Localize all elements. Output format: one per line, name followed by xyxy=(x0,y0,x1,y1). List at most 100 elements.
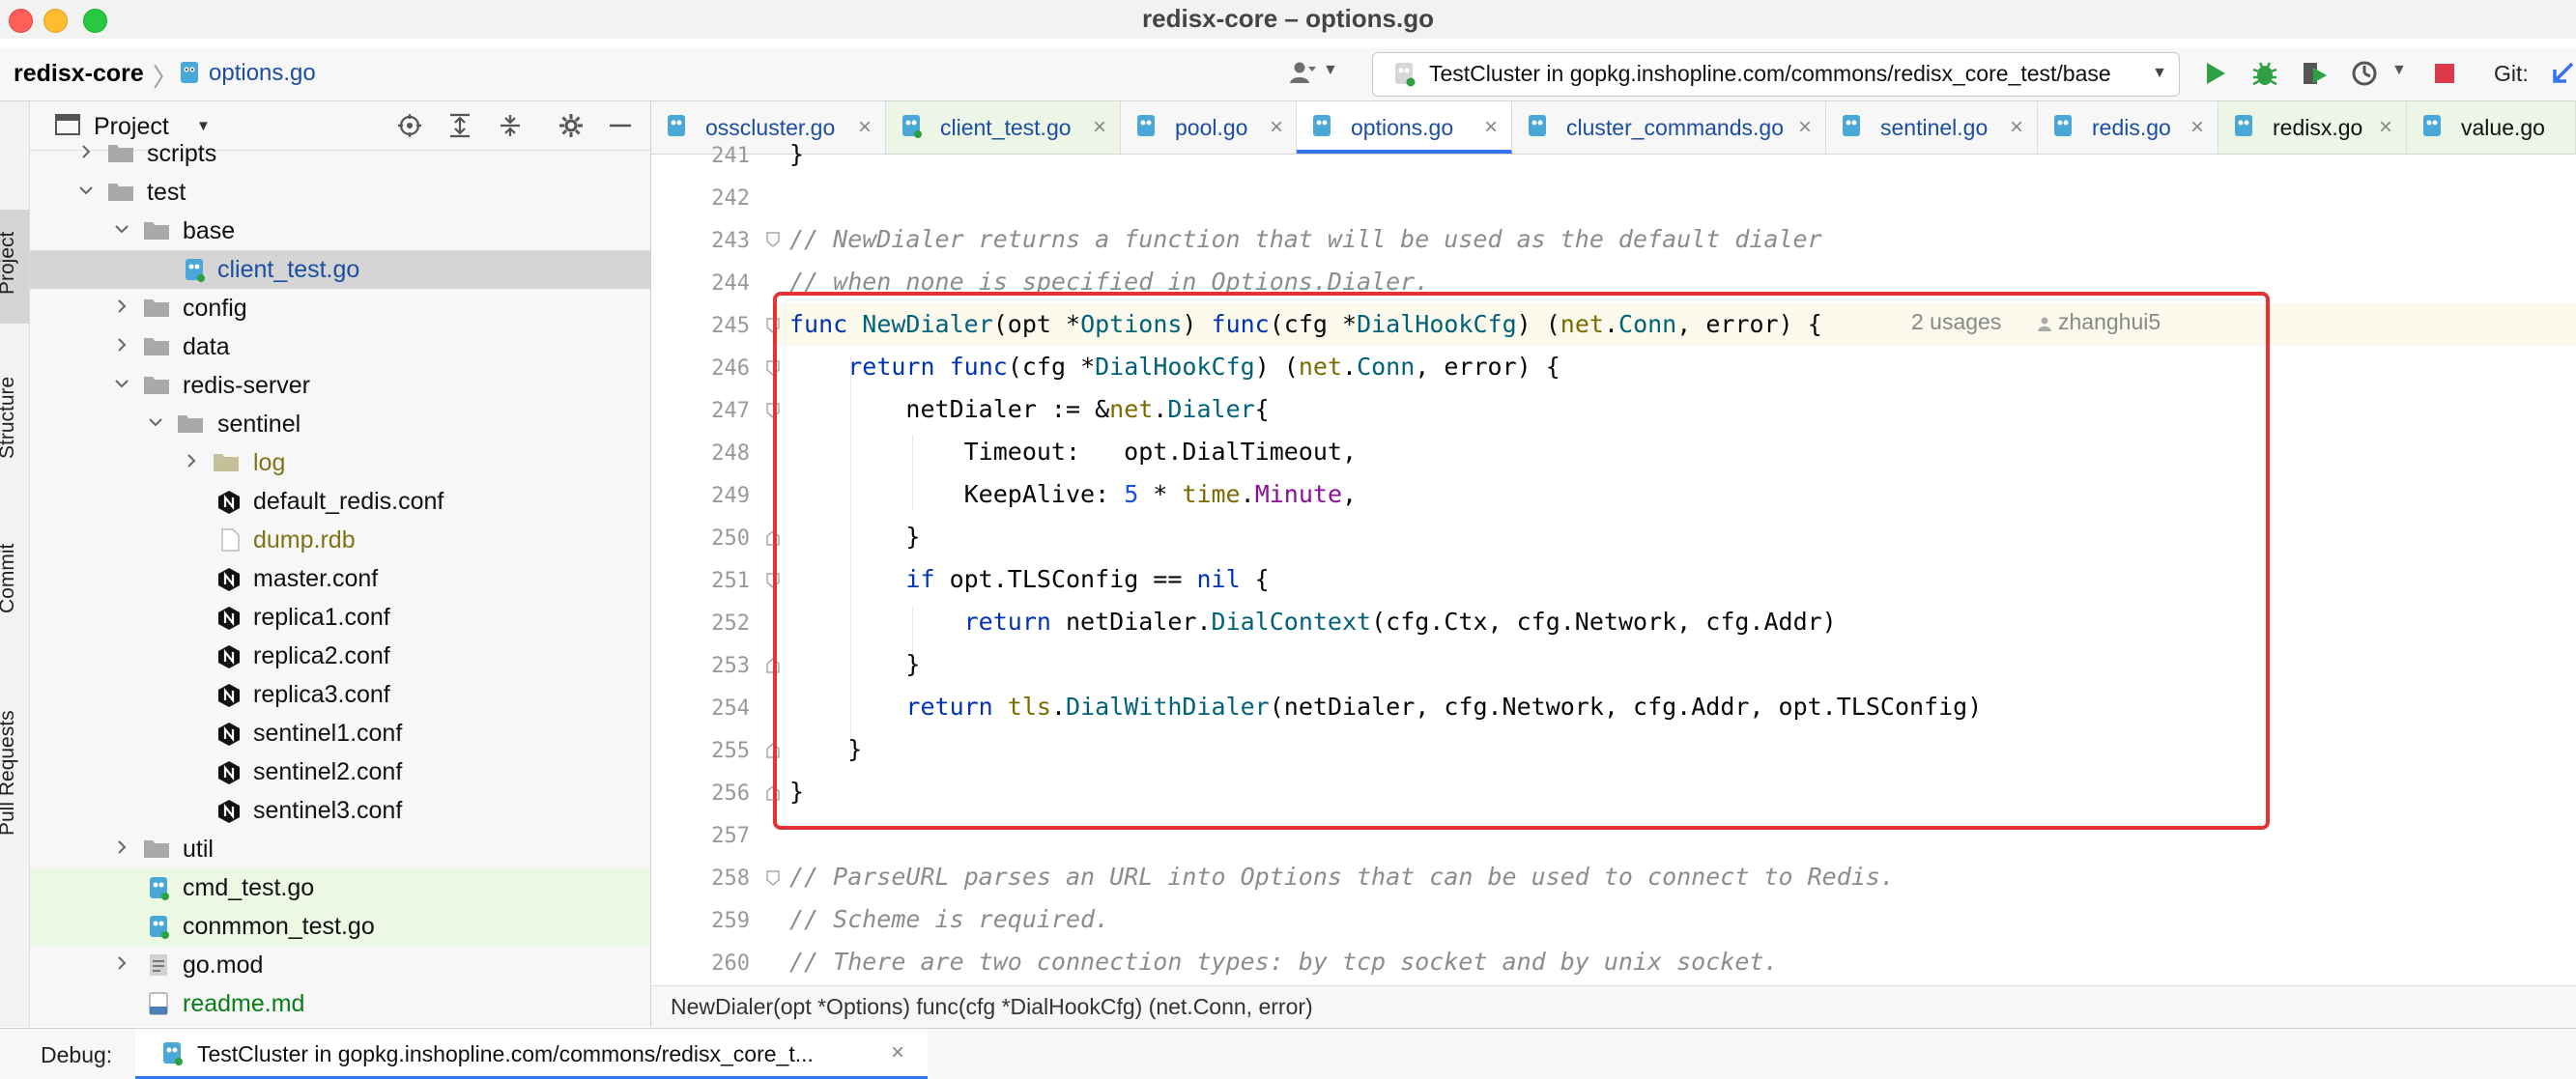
tree-item-sentinel2-conf[interactable]: sentinel2.conf xyxy=(30,752,650,791)
debug-session-tab[interactable]: TestCluster in gopkg.inshopline.com/comm… xyxy=(135,1029,928,1079)
code-line: } xyxy=(789,140,805,168)
run-with-coverage-icon[interactable] xyxy=(2300,58,2331,89)
close-icon[interactable]: × xyxy=(1484,114,1498,141)
tree-item-label: replica1.conf xyxy=(253,604,390,631)
chevron-down-icon[interactable] xyxy=(146,412,165,432)
tree-item-readme-md[interactable]: readme.md xyxy=(30,984,650,1023)
tree-item-data[interactable]: data xyxy=(30,327,650,366)
tree-item-label: redis-server xyxy=(183,372,310,399)
tree-item-label: readme.md xyxy=(183,990,305,1017)
tab-redis-go[interactable]: redis.go × xyxy=(2038,101,2218,154)
tree-item-replica2-conf[interactable]: replica2.conf xyxy=(30,637,650,675)
stripe-commit-button[interactable]: Commit xyxy=(0,544,19,613)
tree-item-base[interactable]: base xyxy=(30,212,650,250)
chevron-right-icon[interactable] xyxy=(112,335,131,355)
close-icon[interactable]: × xyxy=(2010,114,2023,141)
code-line: // NewDialer returns a function that wil… xyxy=(789,225,1822,253)
git-update-icon[interactable] xyxy=(2547,58,2576,89)
line-number: 255 xyxy=(711,739,750,763)
go-file-icon xyxy=(1137,115,1155,136)
tree-item-scripts[interactable]: scripts xyxy=(30,134,650,173)
nginx-config-icon xyxy=(218,491,240,514)
chevron-down-icon: ▼ xyxy=(2152,65,2167,81)
debug-icon[interactable] xyxy=(2249,58,2280,89)
tree-item-default-redis-conf[interactable]: default_redis.conf xyxy=(30,482,650,521)
chevron-down-icon[interactable]: ▼ xyxy=(196,118,211,134)
tab-label: client_test.go xyxy=(940,115,1072,140)
chevron-right-icon[interactable] xyxy=(76,142,96,161)
tree-item-redis-server[interactable]: redis-server xyxy=(30,366,650,405)
title-bar: redisx-core – options.go xyxy=(0,0,2576,39)
text-file-icon xyxy=(221,528,240,552)
close-icon[interactable]: × xyxy=(1093,114,1106,141)
chevron-down-icon[interactable] xyxy=(112,219,131,239)
chevron-right-icon[interactable] xyxy=(112,838,131,857)
tree-item-label: sentinel xyxy=(217,411,301,438)
tab-label: options.go xyxy=(1351,115,1454,140)
stripe-pull-requests-button[interactable]: Pull Requests xyxy=(0,710,19,836)
tab-sentinel-go[interactable]: sentinel.go × xyxy=(1826,101,2038,154)
close-icon[interactable]: × xyxy=(2190,114,2204,141)
tab-redisx-go[interactable]: redisx.go × xyxy=(2218,101,2407,154)
tree-item-master-conf[interactable]: master.conf xyxy=(30,559,650,598)
tab-cluster-commands-go[interactable]: cluster_commands.go × xyxy=(1512,101,1826,154)
close-icon[interactable]: × xyxy=(1798,114,1812,141)
tree-item-replica3-conf[interactable]: replica3.conf xyxy=(30,675,650,714)
chevron-down-icon[interactable]: ▼ xyxy=(2391,62,2407,79)
tree-item-label: go.mod xyxy=(183,951,264,979)
chevron-right-icon[interactable] xyxy=(112,297,131,316)
close-icon[interactable]: × xyxy=(2379,114,2392,141)
tab-client-test-go[interactable]: client_test.go × xyxy=(886,101,1121,154)
chevron-down-icon[interactable]: ▼ xyxy=(1323,62,1338,79)
fold-icon[interactable] xyxy=(766,870,780,886)
tree-item-sentinel1-conf[interactable]: sentinel1.conf xyxy=(30,714,650,752)
tab-pool-go[interactable]: pool.go × xyxy=(1121,101,1297,154)
fold-icon[interactable] xyxy=(766,232,780,247)
line-number: 256 xyxy=(711,781,750,806)
line-number: 258 xyxy=(711,866,750,891)
run-configuration-label: TestCluster in gopkg.inshopline.com/comm… xyxy=(1429,61,2111,86)
folder-icon xyxy=(108,145,133,162)
tree-item-client-test-go[interactable]: client_test.go xyxy=(30,250,650,289)
line-number: 248 xyxy=(711,441,750,466)
chevron-down-icon[interactable] xyxy=(112,374,131,393)
chevron-down-icon[interactable] xyxy=(76,181,96,200)
close-icon[interactable]: × xyxy=(858,114,872,141)
stripe-structure-button[interactable]: Structure xyxy=(0,377,19,459)
tree-item-label: cmd_test.go xyxy=(183,874,315,901)
breadcrumb-file[interactable]: options.go xyxy=(209,60,316,87)
user-icon[interactable] xyxy=(1289,58,1318,87)
tree-item-log[interactable]: log xyxy=(30,443,650,482)
tree-item-cmd-test-go[interactable]: cmd_test.go xyxy=(30,868,650,907)
window-title: redisx-core – options.go xyxy=(1142,4,1434,33)
chevron-right-icon[interactable] xyxy=(182,451,201,470)
chevron-right-icon[interactable] xyxy=(112,953,131,973)
tree-item-config[interactable]: config xyxy=(30,289,650,327)
tab-label: osscluster.go xyxy=(705,115,836,140)
tab-value-go[interactable]: value.go xyxy=(2407,101,2576,154)
tab-label: pool.go xyxy=(1175,115,1248,140)
run-configuration-select[interactable]: TestCluster in gopkg.inshopline.com/comm… xyxy=(1372,52,2180,97)
tree-item-util[interactable]: util xyxy=(30,830,650,868)
tree-item-dump-rdb[interactable]: dump.rdb xyxy=(30,521,650,559)
tree-item-conmmon-test-go[interactable]: conmmon_test.go xyxy=(30,907,650,946)
profile-icon[interactable] xyxy=(2350,58,2381,89)
tree-item-replica1-conf[interactable]: replica1.conf xyxy=(30,598,650,637)
close-icon[interactable]: × xyxy=(891,1039,904,1066)
tree-item-sentinel[interactable]: sentinel xyxy=(30,405,650,443)
close-icon[interactable]: × xyxy=(1270,114,1283,141)
project-view-icon xyxy=(55,114,80,135)
tree-item-label: conmmon_test.go xyxy=(183,913,375,940)
stop-icon[interactable] xyxy=(2429,58,2460,89)
debug-session-label: TestCluster in gopkg.inshopline.com/comm… xyxy=(197,1041,814,1066)
stripe-project-button[interactable]: Project xyxy=(0,232,19,295)
run-icon[interactable] xyxy=(2199,58,2230,89)
tree-item-test[interactable]: test xyxy=(30,173,650,212)
tree-item-sentinel3-conf[interactable]: sentinel3.conf xyxy=(30,791,650,830)
tab-options-go[interactable]: options.go × xyxy=(1297,101,1512,154)
tree-item-go-mod[interactable]: go.mod xyxy=(30,946,650,984)
folder-icon xyxy=(214,454,239,471)
editor-tabs: osscluster.go × client_test.go × pool.go… xyxy=(651,101,2576,155)
breadcrumb-project[interactable]: redisx-core xyxy=(14,60,144,88)
go-mod-icon xyxy=(150,954,167,976)
